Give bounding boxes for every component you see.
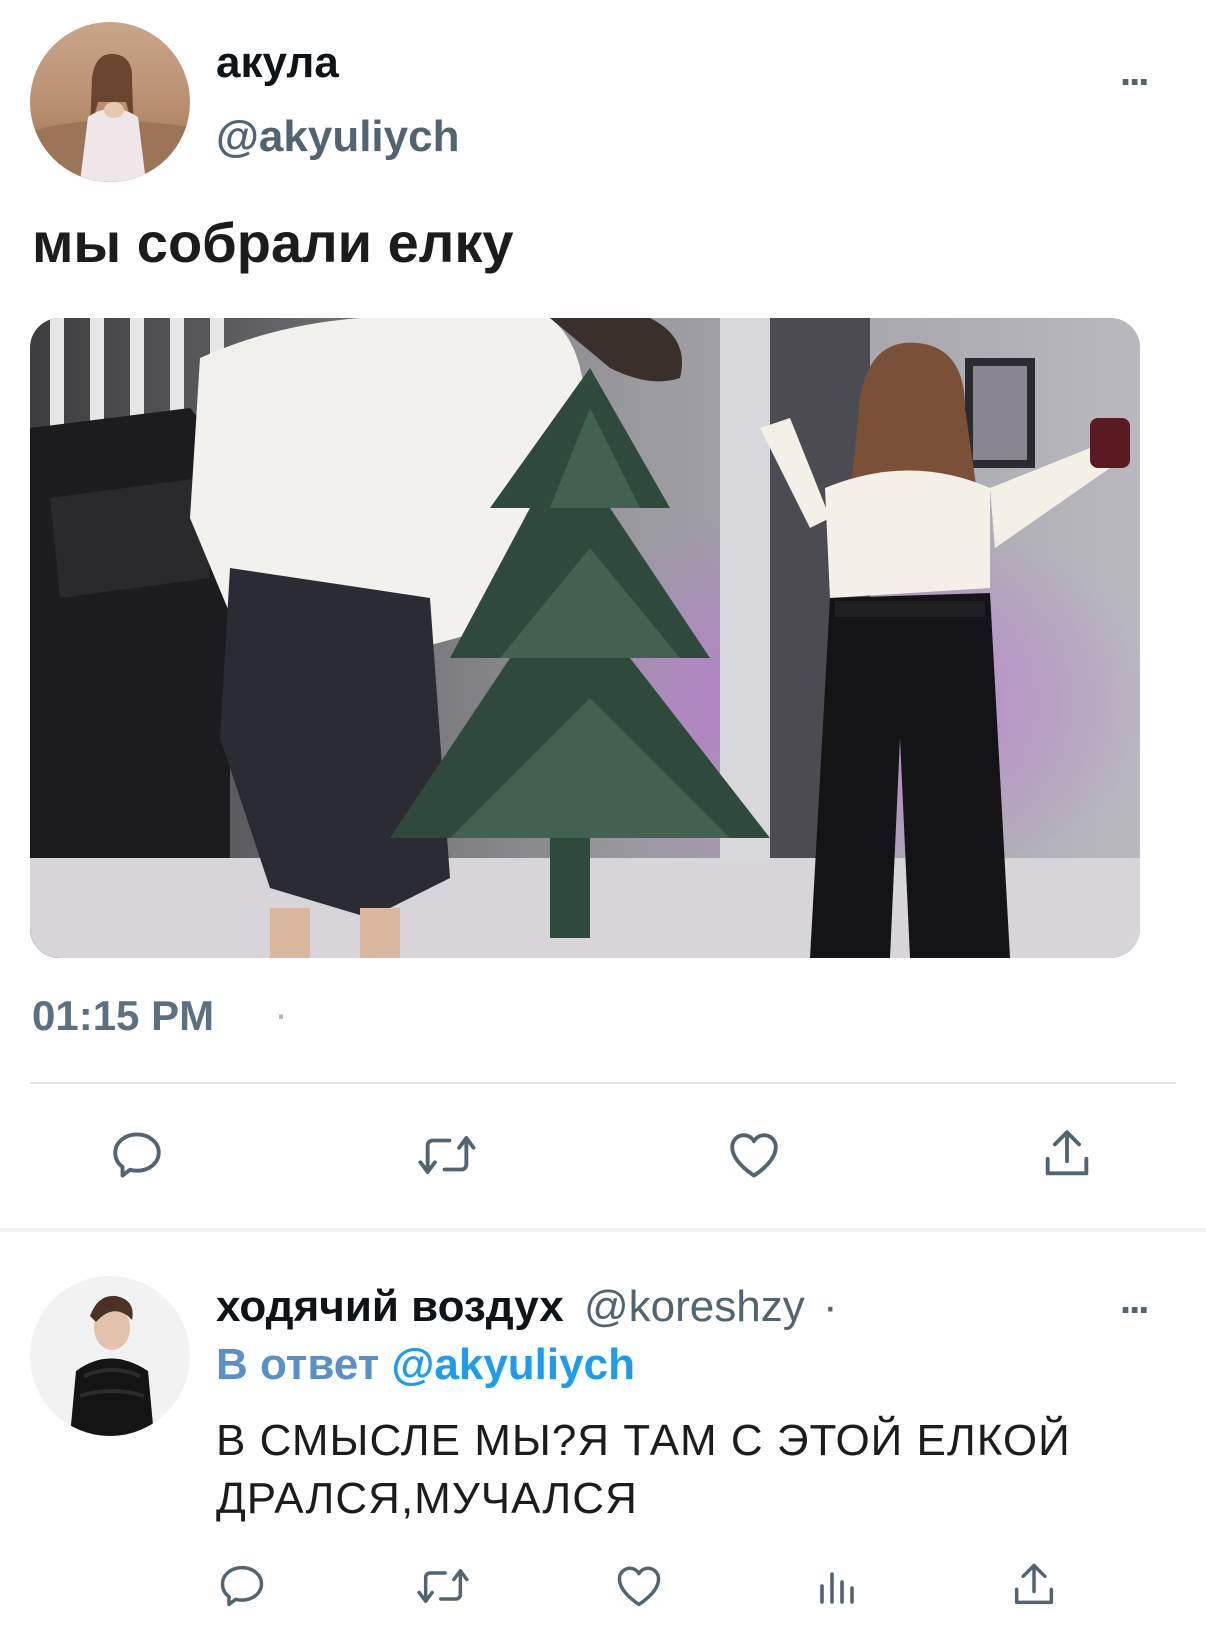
section-separator — [0, 1228, 1206, 1232]
divider — [30, 1082, 1176, 1084]
reply-author-avatar[interactable] — [30, 1276, 190, 1436]
share-icon[interactable] — [1038, 1124, 1096, 1184]
reply-handle[interactable]: @koreshzy — [584, 1282, 805, 1331]
reply-to-prefix: В ответ — [216, 1340, 380, 1389]
more-options-icon[interactable]: ... — [1120, 52, 1149, 92]
reply-header: ходячий воздух @koreshzy · — [216, 1282, 838, 1332]
like-icon[interactable] — [724, 1126, 784, 1184]
reply-separator: · — [822, 1282, 838, 1331]
tweet-media[interactable] — [30, 318, 1140, 958]
reply-reply-icon[interactable] — [216, 1560, 268, 1612]
author-handle[interactable]: @akyuliych — [216, 112, 459, 162]
reply-icon[interactable] — [108, 1126, 166, 1184]
reply-display-name[interactable]: ходячий воздух — [216, 1282, 564, 1331]
analytics-icon[interactable] — [812, 1562, 860, 1610]
reply-retweet-icon[interactable] — [414, 1560, 472, 1612]
tweet-timestamp[interactable]: 01:15 PM — [32, 992, 214, 1040]
timestamp-separator: · — [274, 990, 288, 1037]
retweet-icon[interactable] — [415, 1126, 479, 1184]
reply-to-line: В ответ @akyuliych — [216, 1340, 635, 1390]
reply-share-icon[interactable] — [1008, 1558, 1060, 1612]
reply-more-options-icon[interactable]: ... — [1120, 1280, 1149, 1320]
reply-to-handle-link[interactable]: @akyuliych — [391, 1340, 634, 1389]
tweet-text: мы собрали елку — [32, 211, 514, 274]
reply-text: В СМЫСЛЕ МЫ?Я ТАМ С ЭТОЙ ЕЛКОЙ ДРАЛСЯ,МУ… — [216, 1412, 1071, 1528]
author-avatar[interactable] — [30, 22, 190, 182]
reply-text-line-2: ДРАЛСЯ,МУЧАЛСЯ — [216, 1474, 638, 1523]
author-display-name[interactable]: акула — [216, 38, 339, 88]
reply-like-icon[interactable] — [612, 1560, 666, 1612]
reply-text-line-1: В СМЫСЛЕ МЫ?Я ТАМ С ЭТОЙ ЕЛКОЙ — [216, 1416, 1071, 1465]
